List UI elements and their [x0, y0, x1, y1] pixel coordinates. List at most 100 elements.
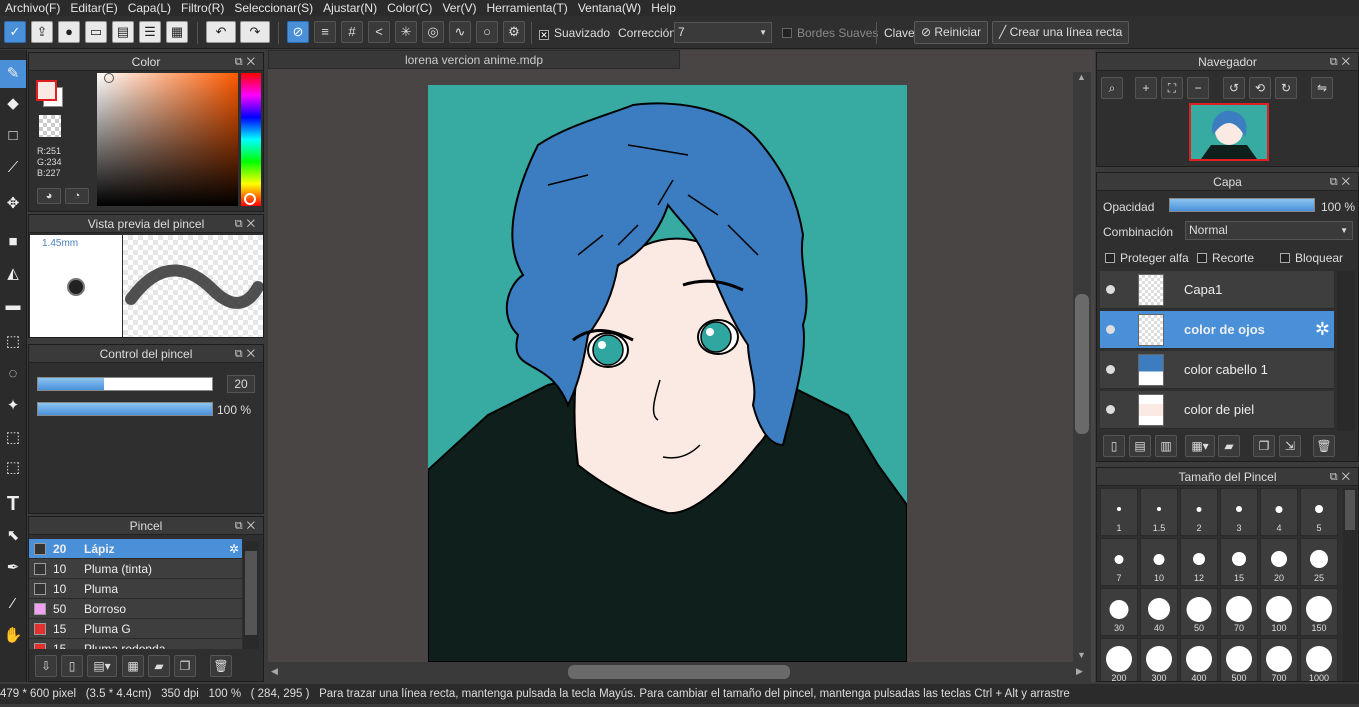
drawing-canvas[interactable]	[428, 85, 907, 662]
canvas-vertical-scrollbar[interactable]: ▲ ▼	[1073, 72, 1091, 662]
layer-row[interactable]: color de piel	[1100, 391, 1334, 429]
fit-icon[interactable]: ⛶	[1161, 77, 1183, 99]
brush-size-slider[interactable]	[37, 377, 213, 391]
scroll-up-icon[interactable]: ▲	[1077, 72, 1086, 82]
brush-size-cell[interactable]: 4	[1260, 488, 1298, 536]
hue-slider-handle[interactable]	[244, 193, 256, 205]
hue-slider[interactable]	[241, 73, 261, 206]
flip-icon[interactable]: ⇋	[1311, 77, 1333, 99]
reset-button[interactable]: ⊘ Reiniciar	[914, 21, 989, 44]
brush-tool-icon[interactable]: ✎	[0, 60, 26, 88]
merge-layer-icon[interactable]: ⇲	[1279, 435, 1301, 457]
color-saturation-field[interactable]	[97, 73, 238, 206]
brush-list-item[interactable]: 10 Pluma	[29, 579, 242, 599]
clipping-checkbox[interactable]: Recorte	[1197, 251, 1254, 265]
menu-color[interactable]: Color(C)	[382, 1, 437, 15]
comment-icon[interactable]: ●	[58, 21, 80, 43]
brush-size-cell[interactable]: 15	[1220, 538, 1258, 586]
correction-select[interactable]: 7 ▼	[674, 22, 772, 43]
settings-gear-icon[interactable]: ⚙	[503, 21, 525, 43]
layer-row[interactable]: Capa1	[1100, 271, 1334, 309]
select-pen-tool-icon[interactable]: ⬚	[0, 424, 26, 452]
brush-list-item[interactable]: 10 Pluma (tinta)	[29, 559, 242, 579]
parallel-snap-icon[interactable]: ≡	[314, 21, 336, 43]
smoothing-checkbox[interactable]: ✕ Suavizado	[539, 26, 610, 40]
list-icon[interactable]: ☰	[139, 21, 161, 43]
zoom-out-icon[interactable]: −	[1187, 77, 1209, 99]
select-rect-tool-icon[interactable]: ⬚	[0, 328, 26, 356]
menu-help[interactable]: Help	[646, 1, 681, 15]
redo-icon[interactable]: ↷	[240, 21, 270, 43]
menu-archivo[interactable]: Archivo(F)	[0, 1, 65, 15]
brush-size-cell[interactable]: 12	[1180, 538, 1218, 586]
blend-mode-select[interactable]: Normal ▼	[1185, 221, 1353, 240]
eyedropper-tool-icon[interactable]: ⁄	[0, 590, 26, 618]
horizontal-scroll-thumb[interactable]	[568, 665, 790, 679]
gradient-tool-icon[interactable]: ▬	[0, 292, 26, 320]
menu-herramienta[interactable]: Herramienta(T)	[481, 1, 572, 15]
panel-controls-icon[interactable]: ⧉✕	[1330, 468, 1354, 486]
brush-list-item[interactable]: 15 Pluma G	[29, 619, 242, 639]
panel-controls-icon[interactable]: ⧉✕	[235, 517, 259, 535]
new-layer-8bit-icon[interactable]: ▤	[1129, 435, 1151, 457]
color-picker-cursor[interactable]	[104, 73, 114, 83]
fill-rect-tool-icon[interactable]: ■	[0, 228, 26, 256]
brush-properties-icon[interactable]: ▦	[122, 655, 144, 677]
layer-row[interactable]: color cabello 1	[1100, 351, 1334, 389]
brush-list-item[interactable]: 20 Lápiz ✲	[29, 539, 242, 559]
brush-list-item[interactable]: 50 Borroso	[29, 599, 242, 619]
color-mix-icon[interactable]: ◔	[65, 188, 89, 204]
brush-size-cell[interactable]: 7	[1100, 538, 1138, 586]
menu-ventana[interactable]: Ventana(W)	[573, 1, 646, 15]
brush-size-cell[interactable]: 5	[1300, 488, 1338, 536]
brush-size-cell[interactable]: 30	[1100, 588, 1138, 636]
brush-size-cell[interactable]: 700	[1260, 638, 1298, 681]
brush-size-cell[interactable]: 1000	[1300, 638, 1338, 681]
panel-controls-icon[interactable]: ⧉✕	[235, 215, 259, 233]
layer-folder-icon[interactable]: ▰	[1218, 435, 1240, 457]
share-icon[interactable]: ⇪	[31, 21, 53, 43]
hand-tool-icon[interactable]: ✋	[0, 622, 26, 650]
grid-snap-icon[interactable]: #	[341, 21, 363, 43]
new-brush-icon[interactable]: ▯	[61, 655, 83, 677]
brush-size-cell[interactable]: 3	[1220, 488, 1258, 536]
perspective-snap-icon[interactable]: <	[368, 21, 390, 43]
brush-size-cell[interactable]: 2	[1180, 488, 1218, 536]
scrollbar-thumb[interactable]	[245, 551, 257, 635]
vertical-scroll-thumb[interactable]	[1075, 294, 1089, 434]
folder-icon[interactable]: ▰	[148, 655, 170, 677]
brush-list-item[interactable]: 15 Pluma redonda	[29, 639, 242, 649]
visibility-eye-icon[interactable]	[1106, 325, 1115, 334]
navigator-thumbnail[interactable]	[1189, 103, 1269, 161]
brush-size-cell[interactable]: 20	[1260, 538, 1298, 586]
eraser-tool-icon[interactable]: ◆	[0, 90, 26, 118]
scrollbar-thumb[interactable]	[1345, 490, 1355, 530]
document-tab[interactable]: lorena vercion anime.mdp	[268, 50, 680, 69]
menu-filtro[interactable]: Filtro(R)	[176, 1, 229, 15]
radial-snap-icon[interactable]: ✳	[395, 21, 417, 43]
panel-controls-icon[interactable]: ⧉✕	[1330, 173, 1354, 191]
line-tool-icon[interactable]: ⟋	[0, 154, 26, 182]
new-layer-icon[interactable]: ▯	[1103, 435, 1125, 457]
transparent-color-swatch[interactable]	[39, 115, 61, 137]
brush-settings-gear-icon[interactable]: ✲	[229, 539, 239, 559]
menu-editar[interactable]: Editar(E)	[65, 1, 122, 15]
layer-settings-gear-icon[interactable]: ✲	[1315, 319, 1330, 340]
scroll-left-icon[interactable]: ◀	[271, 666, 278, 677]
bucket-tool-icon[interactable]: ◭	[0, 260, 26, 288]
menu-ajustar[interactable]: Ajustar(N)	[318, 1, 382, 15]
rotate-right-icon[interactable]: ↻	[1275, 77, 1297, 99]
panel-controls-icon[interactable]: ⧉✕	[1330, 53, 1354, 71]
brush-size-value[interactable]: 20	[227, 375, 255, 393]
straight-line-button[interactable]: ╱ Crear una línea recta	[992, 21, 1130, 44]
soft-edges-checkbox[interactable]: Bordes Suaves	[782, 26, 878, 40]
layer-opacity-slider[interactable]	[1169, 198, 1315, 212]
circle-snap-icon[interactable]: ○	[476, 21, 498, 43]
brush-list-scrollbar[interactable]	[243, 541, 259, 649]
delete-icon[interactable]: 🗑	[210, 655, 232, 677]
lock-checkbox[interactable]: Bloquear	[1280, 251, 1343, 265]
foreground-color-swatch[interactable]	[36, 80, 57, 101]
brush-size-cell[interactable]: 150	[1300, 588, 1338, 636]
duplicate-icon[interactable]: ❐	[174, 655, 196, 677]
delete-layer-icon[interactable]: 🗑	[1313, 435, 1335, 457]
